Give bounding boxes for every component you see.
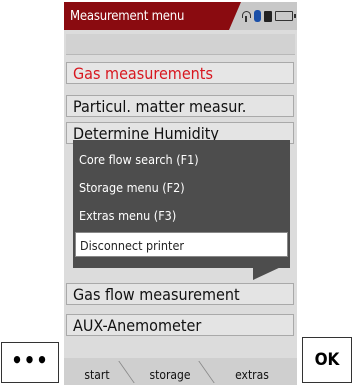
softkey-bar: start storage extras bbox=[64, 358, 297, 385]
softkey-start[interactable]: start bbox=[72, 358, 122, 385]
menu-item-particulate-matter[interactable]: Particul. matter measur. bbox=[66, 95, 294, 117]
page-title: Measurement menu bbox=[70, 9, 185, 24]
popup-body: Core flow search (F1) Storage menu (F2) … bbox=[73, 140, 290, 268]
status-icons bbox=[242, 9, 296, 23]
menu-item-gas-flow[interactable]: Gas flow measurement bbox=[66, 283, 294, 305]
title-tab: Measurement menu bbox=[64, 2, 241, 30]
battery-icon bbox=[275, 11, 296, 21]
menu-item-aux-anemometer[interactable]: AUX-Anemometer bbox=[66, 314, 294, 336]
title-bar: Measurement menu bbox=[64, 2, 297, 30]
softkey-storage[interactable]: storage bbox=[138, 358, 202, 385]
popup-item-storage-menu[interactable]: Storage menu (F2) bbox=[75, 175, 288, 200]
popup-item-core-flow-search[interactable]: Core flow search (F1) bbox=[75, 147, 288, 172]
popup-tail bbox=[253, 266, 283, 280]
popup-item-disconnect-printer[interactable]: Disconnect printer bbox=[75, 232, 288, 257]
softkey-extras[interactable]: extras bbox=[222, 358, 282, 385]
more-button[interactable]: ••• bbox=[1, 342, 59, 383]
device-screen: Measurement menu Gas measurements Partic… bbox=[64, 2, 297, 385]
popup-item-extras-menu[interactable]: Extras menu (F3) bbox=[75, 203, 288, 228]
bluetooth-icon bbox=[254, 10, 261, 22]
menu-item-gas-measurements[interactable]: Gas measurements bbox=[66, 62, 294, 84]
signal-icon bbox=[242, 10, 251, 22]
battery-full-icon bbox=[264, 10, 272, 22]
empty-row bbox=[66, 34, 295, 55]
context-popup: Core flow search (F1) Storage menu (F2) … bbox=[73, 140, 290, 280]
ok-button[interactable]: OK bbox=[302, 337, 352, 383]
